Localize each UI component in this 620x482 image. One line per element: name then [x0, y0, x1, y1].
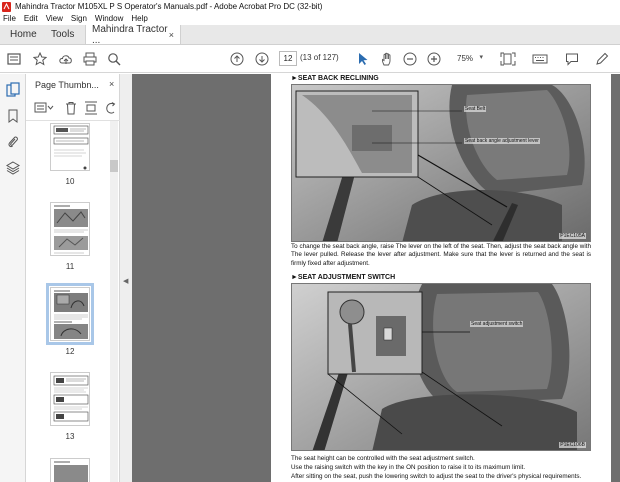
select-cursor-icon[interactable]: [355, 51, 371, 67]
main-toolbar: 12 (13 of 127) 75% ▾: [0, 45, 620, 73]
comment-icon[interactable]: [564, 51, 580, 67]
next-page-icon[interactable]: [254, 51, 270, 67]
menu-window[interactable]: Window: [91, 14, 127, 23]
scrollbar-thumb[interactable]: [110, 160, 118, 172]
delete-icon[interactable]: [64, 101, 78, 115]
section-heading-seat-adjust: ►SEAT ADJUSTMENT SWITCH: [291, 274, 396, 281]
keyboard-icon[interactable]: [532, 51, 548, 67]
fit-page-icon[interactable]: [500, 51, 516, 67]
page-thumbnail-label: 11: [65, 262, 75, 271]
tab-document[interactable]: Mahindra Tractor ... ×: [85, 23, 181, 46]
menu-edit[interactable]: Edit: [20, 14, 42, 23]
page-thumbnail-label: 12: [65, 347, 75, 356]
menu-sign[interactable]: Sign: [67, 14, 91, 23]
zoom-in-icon[interactable]: [426, 51, 442, 67]
panel-collapse-handle[interactable]: ◀: [120, 74, 132, 482]
callout-seat-back-lever: Seat back angle adjustment lever: [464, 138, 540, 144]
collapse-arrow-icon: ◀: [123, 278, 129, 285]
rotate-icon[interactable]: [104, 101, 118, 115]
photo-code: P1EC106B: [559, 442, 586, 448]
callout-seat-adjust-switch: Seat adjustment switch: [470, 321, 524, 327]
seat-adjust-line-3: After sitting on the seat, push the lowe…: [291, 473, 582, 480]
search-icon[interactable]: [106, 51, 122, 67]
page-thumbnail-11[interactable]: [50, 202, 90, 256]
tab-bar: Home Tools Mahindra Tractor ... ×: [0, 23, 620, 46]
print-icon[interactable]: [82, 51, 98, 67]
page-thumbnail-10[interactable]: [50, 123, 90, 171]
menu-help[interactable]: Help: [127, 14, 151, 23]
star-icon[interactable]: [32, 51, 48, 67]
panel-divider: [26, 120, 120, 121]
close-panel-icon[interactable]: ×: [109, 79, 114, 89]
menu-file[interactable]: File: [0, 14, 20, 23]
page-thumbnail-label: 13: [65, 432, 75, 441]
acrobat-icon: [2, 1, 11, 12]
page-thumbnails-panel: Page Thumbn... × 10 11 12 13: [26, 74, 120, 482]
page-thumbnail-label: 10: [65, 177, 75, 186]
tab-tools[interactable]: Tools: [41, 25, 85, 44]
page-number-input[interactable]: 12: [279, 51, 297, 66]
cloud-upload-icon[interactable]: [58, 51, 74, 67]
page-thumbnail-13[interactable]: [50, 372, 90, 426]
tab-home[interactable]: Home: [0, 25, 41, 44]
zoom-level-value: 75%: [457, 54, 474, 63]
bookmark-icon[interactable]: [5, 108, 21, 124]
page-thumbnail-12[interactable]: [46, 283, 94, 345]
callout-seat-belt: Seat Belt: [464, 106, 487, 112]
page-count: (13 of 127): [300, 53, 339, 62]
menu-view[interactable]: View: [42, 14, 67, 23]
pen-icon[interactable]: [594, 51, 610, 67]
home-icon[interactable]: [6, 51, 22, 67]
tab-document-label: Mahindra Tractor ...: [92, 23, 168, 46]
document-viewer[interactable]: ►SEAT BACK RECLINING Seat Belt Seat back…: [132, 74, 620, 482]
window-titlebar: Mahindra Tractor M105XL P S Operator's M…: [0, 0, 620, 12]
page-thumbnails-icon[interactable]: [5, 82, 21, 98]
seat-back-instructions: To change the seat back angle, raise The…: [291, 243, 591, 267]
chevron-down-icon: ▾: [479, 54, 483, 61]
seat-adjust-photo: Seat adjustment switch P1EC106B: [291, 283, 591, 451]
previous-page-icon[interactable]: [229, 51, 245, 67]
panel-title: Page Thumbn...: [35, 80, 99, 90]
page-thumbnail-14[interactable]: [50, 458, 90, 482]
pdf-page: ►SEAT BACK RECLINING Seat Belt Seat back…: [271, 74, 611, 482]
zoom-level-select[interactable]: 75% ▾: [451, 51, 485, 66]
thumbnail-scrollbar[interactable]: [110, 121, 118, 482]
window-title: Mahindra Tractor M105XL P S Operator's M…: [15, 1, 323, 11]
section-heading-seat-back: ►SEAT BACK RECLINING: [291, 75, 379, 82]
seat-back-photo: Seat Belt Seat back angle adjustment lev…: [291, 84, 591, 242]
seat-adjust-line-2: Use the raising switch with the key in t…: [291, 464, 526, 471]
attachment-icon[interactable]: [5, 134, 21, 150]
photo-code: P1EC105A: [559, 233, 586, 239]
hand-tool-icon[interactable]: [379, 51, 395, 67]
zoom-out-icon[interactable]: [402, 51, 418, 67]
seat-adjust-line-1: The seat height can be controlled with t…: [291, 455, 475, 462]
options-menu-icon[interactable]: [34, 101, 54, 115]
layers-icon[interactable]: [5, 160, 21, 176]
close-tab-icon[interactable]: ×: [169, 30, 174, 40]
navigation-rail: [0, 74, 26, 482]
insert-page-icon[interactable]: [84, 101, 98, 115]
thumbnail-toolbar: [32, 99, 120, 117]
